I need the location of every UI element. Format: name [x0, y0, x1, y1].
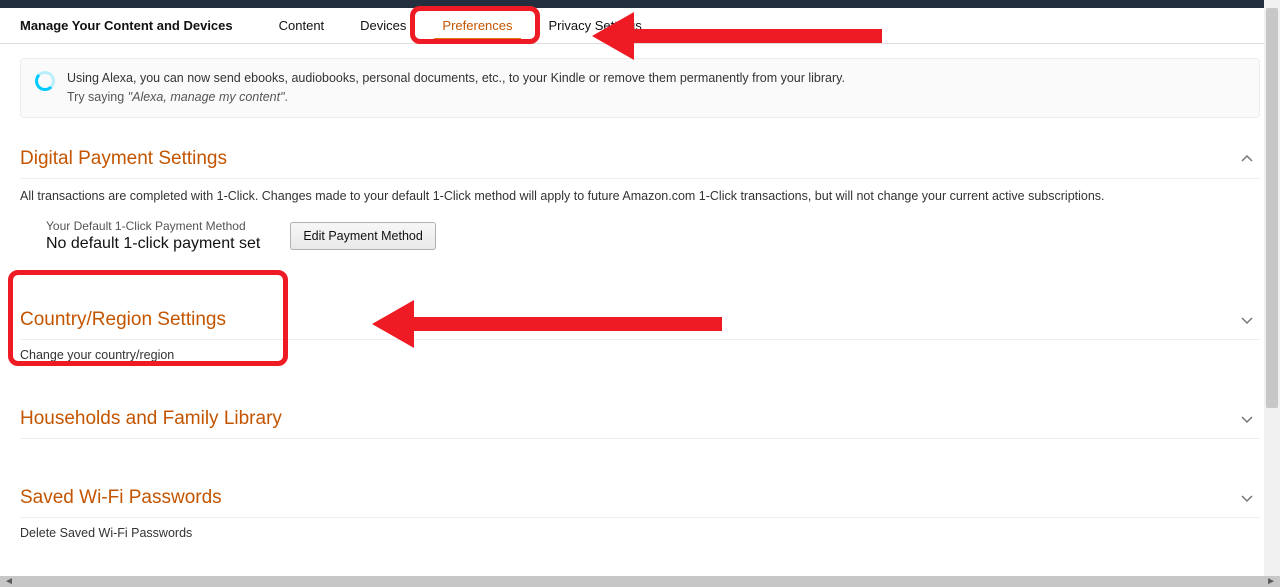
alexa-line2-prefix: Try saying — [67, 90, 128, 104]
nav-bar: Manage Your Content and Devices Content … — [0, 8, 1280, 44]
section-digital-payment-body: All transactions are completed with 1-Cl… — [20, 179, 1260, 269]
section-households: Households and Family Library — [20, 398, 1260, 439]
section-digital-payment-title: Digital Payment Settings — [20, 148, 227, 170]
chevron-down-icon — [1240, 412, 1254, 426]
tab-privacy[interactable]: Privacy Settings — [531, 8, 660, 44]
payment-method-label: Your Default 1-Click Payment Method — [46, 219, 260, 233]
chevron-down-icon — [1240, 313, 1254, 327]
tab-devices[interactable]: Devices — [342, 8, 424, 44]
section-wifi-title: Saved Wi-Fi Passwords — [20, 487, 222, 509]
payment-row: Your Default 1-Click Payment Method No d… — [46, 219, 1260, 253]
section-digital-payment: Digital Payment Settings All transaction… — [20, 138, 1260, 269]
chevron-down-icon — [1240, 491, 1254, 505]
section-country-region: Country/Region Settings Change your coun… — [20, 299, 1260, 368]
section-wifi-header[interactable]: Saved Wi-Fi Passwords — [20, 477, 1260, 518]
alexa-hint-text: Using Alexa, you can now send ebooks, au… — [67, 69, 845, 107]
scroll-left-icon[interactable]: ◄ — [4, 576, 14, 587]
section-country-region-title: Country/Region Settings — [20, 309, 226, 331]
payment-method-block: Your Default 1-Click Payment Method No d… — [46, 219, 260, 253]
alexa-line2-suffix: . — [285, 90, 288, 104]
vertical-scrollbar-thumb[interactable] — [1266, 8, 1278, 408]
alexa-line2: Try saying "Alexa, manage my content". — [67, 88, 845, 107]
main-content: Using Alexa, you can now send ebooks, au… — [0, 44, 1280, 546]
scroll-right-icon[interactable]: ► — [1266, 576, 1276, 587]
tab-devices-label: Devices — [360, 18, 406, 33]
tab-preferences-label: Preferences — [442, 18, 512, 33]
digital-payment-desc: All transactions are completed with 1-Cl… — [20, 189, 1260, 203]
section-country-region-header[interactable]: Country/Region Settings — [20, 299, 1260, 340]
chevron-up-icon — [1240, 152, 1254, 166]
section-households-header[interactable]: Households and Family Library — [20, 398, 1260, 439]
country-region-desc: Change your country/region — [20, 340, 1260, 368]
alexa-icon — [35, 71, 55, 91]
alexa-line2-quote: "Alexa, manage my content" — [128, 90, 285, 104]
edit-payment-button[interactable]: Edit Payment Method — [290, 222, 436, 250]
alexa-line1: Using Alexa, you can now send ebooks, au… — [67, 69, 845, 88]
horizontal-scrollbar[interactable]: ◄ ► — [0, 576, 1280, 587]
wifi-desc: Delete Saved Wi-Fi Passwords — [20, 518, 1260, 546]
tab-privacy-label: Privacy Settings — [549, 18, 642, 33]
tab-content[interactable]: Content — [261, 8, 343, 44]
section-digital-payment-header[interactable]: Digital Payment Settings — [20, 138, 1260, 179]
page-title: Manage Your Content and Devices — [20, 18, 233, 33]
tab-preferences[interactable]: Preferences — [424, 8, 530, 44]
alexa-hint-box: Using Alexa, you can now send ebooks, au… — [20, 58, 1260, 118]
section-households-title: Households and Family Library — [20, 408, 282, 430]
vertical-scrollbar[interactable] — [1264, 0, 1280, 576]
section-wifi: Saved Wi-Fi Passwords Delete Saved Wi-Fi… — [20, 477, 1260, 546]
payment-method-value: No default 1-click payment set — [46, 235, 260, 253]
tab-content-label: Content — [279, 18, 325, 33]
